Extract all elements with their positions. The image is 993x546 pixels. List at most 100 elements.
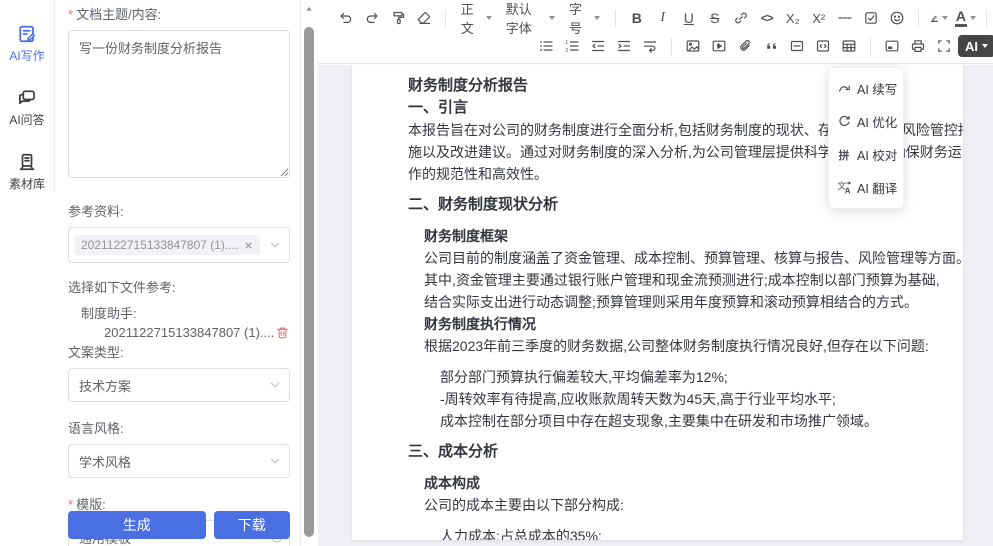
link-icon[interactable] — [729, 6, 753, 30]
superscript-button[interactable]: X² — [807, 6, 831, 30]
caret-down-icon — [486, 16, 492, 20]
divider-block-icon[interactable] — [785, 34, 809, 58]
divider-line-icon[interactable] — [833, 6, 857, 30]
indent-decrease-icon[interactable] — [586, 34, 610, 58]
redo-icon[interactable] — [360, 6, 384, 30]
format-painter-icon[interactable] — [386, 6, 410, 30]
toolbar-divider — [615, 10, 616, 27]
sidebar-item-AI写作[interactable]: AI写作 — [9, 24, 44, 64]
menu-item-label: AI 校对 — [857, 145, 897, 164]
toolbar-divider — [918, 10, 919, 27]
document-text-line[interactable]: 公司的成本主要由以下部分构成: — [424, 494, 939, 516]
language-style-select[interactable]: 学术风格 — [68, 444, 290, 478]
subscript-button[interactable]: X₂ — [781, 6, 805, 30]
sidebar-item-label: AI写作 — [9, 47, 44, 64]
document-text-line[interactable]: 结合实际支出进行动态调整;预算管理则采用年度预算和滚动预算相结合的方式。 — [424, 291, 939, 313]
menu-item-label: AI 续写 — [857, 79, 897, 98]
highlight-color-button[interactable] — [927, 6, 951, 30]
print-icon[interactable] — [906, 34, 930, 58]
ai-continue-icon — [837, 81, 852, 96]
bold-button[interactable]: B — [625, 6, 649, 30]
italic-button[interactable]: I — [651, 6, 675, 30]
document-heading[interactable]: 三、成本分析 — [408, 441, 939, 463]
document-text-line[interactable]: -周转效率有待提高,应收账款周转天数为45天,高于行业平均水平; — [440, 388, 939, 410]
blockquote-icon[interactable] — [759, 34, 783, 58]
scroll-up-arrow-icon[interactable] — [304, 4, 314, 14]
copy-type-label: 文案类型: — [68, 344, 290, 362]
ai-proofread-icon: 拼 — [837, 147, 852, 162]
required-marker: * — [68, 7, 73, 22]
clear-format-icon[interactable] — [412, 6, 436, 30]
card-panel-icon[interactable] — [880, 34, 904, 58]
file-row: 2021122715133847807 (1).... — [68, 325, 290, 340]
menu-item-AI-续写[interactable]: AI 续写 — [829, 72, 903, 105]
app-window: AI写作 AI问答素材库 *文档主题/内容: 写一份财务制度分析报告 参考资料: … — [0, 0, 993, 546]
sidebar-item-label: AI问答 — [9, 111, 44, 128]
svg-text:A: A — [845, 187, 851, 195]
video-icon[interactable] — [707, 34, 731, 58]
delete-file-icon[interactable] — [275, 325, 290, 340]
document-text-line[interactable]: 部分部门预算执行偏差较大,平均偏差率为12%; — [440, 366, 939, 388]
writing-form-panel: *文档主题/内容: 写一份财务制度分析报告 参考资料: 202112271513… — [56, 0, 301, 546]
menu-item-AI-翻译[interactable]: 文AAI 翻译 — [829, 171, 903, 204]
indent-increase-icon[interactable] — [612, 34, 636, 58]
editor-toolbar: 正文默认字体字号 BIUS <>X₂X² A 12 AI — [318, 0, 993, 64]
emoji-icon[interactable] — [885, 6, 909, 30]
document-heading[interactable]: 财务制度框架 — [424, 225, 939, 247]
language-style-label: 语言风格: — [68, 420, 290, 438]
svg-text:拼: 拼 — [839, 149, 850, 162]
document-text-line[interactable]: 公司目前的制度涵盖了资金管理、成本控制、预算管理、核算与报告、风险管理等方面。 — [424, 247, 939, 269]
document-heading[interactable]: 成本构成 — [424, 472, 939, 494]
ordered-list-icon[interactable]: 12 — [560, 34, 584, 58]
sidebar-item-素材库[interactable]: 素材库 — [9, 152, 45, 192]
paragraph-style-select[interactable]: 正文 — [455, 6, 498, 30]
attachment-icon[interactable] — [733, 34, 757, 58]
material-library-icon — [17, 152, 37, 172]
remove-tag-icon[interactable] — [243, 240, 254, 251]
copy-type-select[interactable]: 技术方案 — [68, 368, 290, 402]
text-wrap-icon[interactable] — [638, 34, 662, 58]
inline-code-button[interactable]: <> — [755, 6, 779, 30]
document-heading[interactable]: 财务制度执行情况 — [424, 313, 939, 335]
fullscreen-icon[interactable] — [932, 34, 956, 58]
ai-writing-icon — [17, 24, 37, 44]
ai-menu-button[interactable]: AI — [958, 35, 993, 57]
sidebar-item-AI问答[interactable]: AI问答 — [9, 88, 44, 128]
caret-down-icon — [942, 16, 948, 20]
chevron-down-icon — [269, 455, 281, 467]
topic-textarea[interactable]: 写一份财务制度分析报告 — [68, 30, 290, 178]
scrollbar-thumb[interactable] — [304, 27, 314, 537]
font-family-select[interactable]: 默认字体 — [500, 6, 561, 30]
bullet-list-icon[interactable] — [534, 34, 558, 58]
menu-item-label: AI 优化 — [857, 112, 897, 131]
assistant-label: 制度助手: — [68, 305, 290, 323]
generate-button[interactable]: 生成 — [68, 511, 206, 539]
caret-down-icon — [549, 16, 555, 20]
sidebar-rail: AI写作 AI问答素材库 — [0, 0, 55, 192]
toolbar-divider — [445, 10, 446, 27]
document-text-line[interactable]: 成本控制在部分项目中存在超支现象,主要集中在研发和市场推广领域。 — [440, 410, 939, 432]
file-name: 2021122715133847807 (1).... — [68, 325, 274, 340]
image-icon[interactable] — [681, 34, 705, 58]
strikethrough-button[interactable]: S — [703, 6, 727, 30]
undo-icon[interactable] — [334, 6, 358, 30]
task-checkbox-icon[interactable] — [859, 6, 883, 30]
toolbar-row-1: 正文默认字体字号 BIUS <>X₂X² A — [334, 6, 993, 30]
panel-scrollbar — [301, 0, 318, 546]
underline-button[interactable]: U — [677, 6, 701, 30]
reference-tag-chip[interactable]: 2021122715133847807 (1).... — [75, 235, 260, 255]
toolbar-row-2: 12 AI — [534, 34, 993, 58]
menu-item-AI-校对[interactable]: 拼 AI 校对 — [829, 138, 903, 171]
font-color-button[interactable]: A — [953, 6, 977, 30]
table-icon[interactable] — [837, 34, 861, 58]
document-text-line[interactable]: 根据2023年前三季度的财务数据,公司整体财务制度执行情况良好,但存在以下问题: — [424, 335, 939, 357]
download-button[interactable]: 下载 — [214, 511, 290, 539]
document-text-line[interactable]: 其中,资金管理主要通过银行账户管理和现金流预测进行;成本控制以部门预算为基础, — [424, 269, 939, 291]
code-block-icon[interactable] — [811, 34, 835, 58]
menu-item-AI-优化[interactable]: AI 优化 — [829, 105, 903, 138]
caret-down-icon — [982, 44, 988, 48]
toolbar-divider — [671, 38, 672, 55]
reference-select[interactable]: 2021122715133847807 (1).... — [68, 227, 290, 263]
document-text-line[interactable]: 人力成本:占总成本的35%; — [440, 525, 939, 540]
font-size-select[interactable]: 字号 — [563, 6, 606, 30]
